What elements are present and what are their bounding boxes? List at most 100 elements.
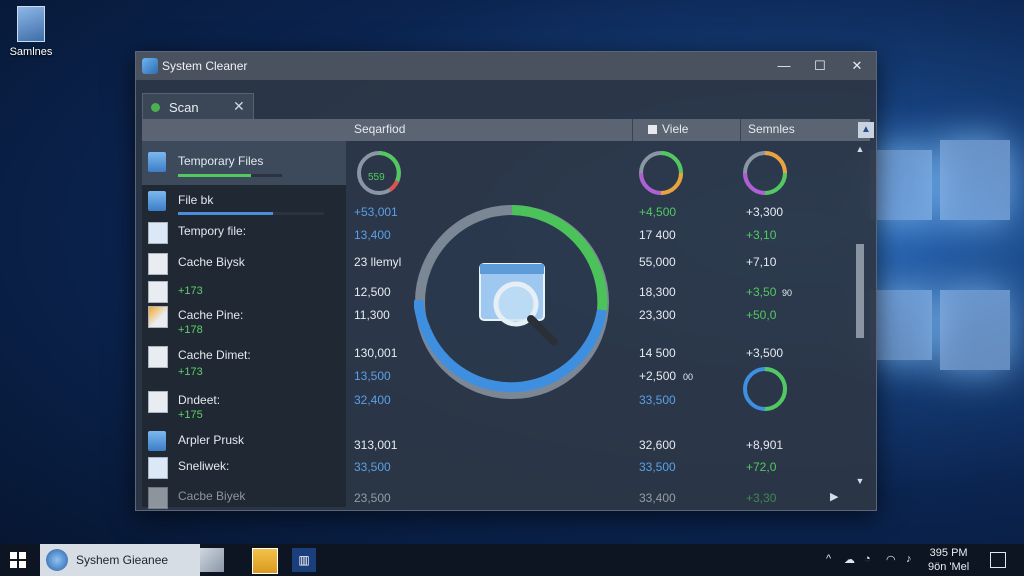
pinned-app-icon[interactable] (200, 548, 224, 572)
wifi-icon[interactable]: ◠ (886, 553, 896, 566)
file-icon (148, 281, 168, 303)
list-item-label: Cache Dimet: (178, 348, 251, 362)
value-cell: +8,901 (746, 438, 784, 452)
value-cell: +72,0 (746, 460, 777, 474)
close-button[interactable]: ✕ (845, 55, 869, 77)
list-item-count: +173 (178, 285, 203, 297)
value-cell: +3,30 (746, 491, 777, 505)
scroll-up-icon[interactable]: ▲ (853, 144, 867, 158)
column-divider[interactable] (632, 119, 633, 141)
chevron-up-icon[interactable]: ^ (826, 553, 831, 565)
file-icon (148, 222, 168, 244)
value-cell: 313,001 (354, 438, 398, 452)
list-item-label: Temporary Files (178, 154, 264, 168)
folder-icon (148, 152, 166, 172)
file-icon (148, 457, 168, 479)
value-cell: 17 400 (639, 228, 676, 242)
folder-icon (148, 431, 166, 451)
file-icon (148, 306, 168, 328)
taskbar-app-label: Syshem Gieanee (76, 553, 169, 567)
desktop-icon-label: Samlnes (9, 46, 53, 58)
value-cell: +3,500 (746, 346, 784, 360)
value-cell: +3,10 (746, 228, 777, 242)
scroll-down-icon[interactable]: ▼ (853, 476, 867, 490)
app-icon (142, 58, 158, 74)
list-item-count: +175 (178, 409, 203, 421)
column-checkbox[interactable] (648, 125, 657, 134)
file-icon (148, 487, 168, 509)
sort-button[interactable]: ▲ (858, 122, 874, 138)
clock-date: 9ön 'Mel (928, 561, 970, 573)
value-cell: +50,0 (746, 308, 777, 322)
scrollbar-thumb[interactable] (856, 244, 864, 338)
cloud-icon[interactable]: ☁ (844, 553, 855, 566)
network-icon[interactable]: ◔ (864, 553, 871, 565)
column-header-2[interactable]: Viele (662, 122, 688, 136)
value-cell: 130,001 (354, 346, 398, 360)
value-cell: 32,400 (354, 393, 391, 407)
value-cell: +3,50 (746, 285, 777, 299)
value-cell: 13,500 (354, 369, 391, 383)
value-cell: 13,400 (354, 228, 391, 242)
document-icon (17, 6, 45, 42)
progress-fill (178, 174, 251, 177)
value-cell: +53,001 (354, 205, 398, 219)
list-item-label: Cache Biysk (178, 255, 245, 269)
value-cell: 11,300 (354, 308, 390, 322)
value-suffix: 00 (683, 372, 694, 382)
value-cell: 18,300 (639, 285, 676, 299)
tab-scan[interactable]: Scan ✕ (142, 93, 254, 120)
windows-logo-wallpaper (860, 140, 1020, 410)
vertical-scrollbar[interactable]: ▲ ▼ (853, 144, 867, 492)
desktop-icon[interactable]: Samlnes (6, 6, 56, 58)
value-cell: 23 llemyl (354, 255, 402, 269)
file-icon (148, 346, 168, 368)
app-icon (46, 549, 68, 571)
title-bar[interactable]: System Cleaner — ☐ ✕ (136, 52, 876, 80)
value-cell: +4,500 (639, 205, 677, 219)
value-cell: 55,000 (639, 255, 676, 269)
taskbar-app-system-cleaner[interactable]: Syshem Gieanee (40, 544, 200, 576)
tab-close-icon[interactable]: ✕ (233, 98, 245, 115)
clock-time: 395 PM (929, 547, 968, 559)
folder-icon (148, 191, 166, 211)
magnifier-icon (479, 263, 558, 346)
value-cell: 23,300 (639, 308, 676, 322)
start-button[interactable] (10, 552, 26, 568)
window-title: System Cleaner (162, 59, 248, 73)
progress-fill (178, 212, 273, 215)
progress-bar (178, 174, 282, 177)
list-item-label: Arpler Prusk (178, 433, 245, 447)
value-cell: 14 500 (639, 346, 676, 360)
list-item-label: File bk (178, 193, 214, 207)
list-item-label: Tempory file: (178, 224, 247, 238)
value-cell: 33,500 (354, 460, 391, 474)
value-cell: +7,10 (746, 255, 777, 269)
system-clock[interactable]: 395 PM 9ön 'Mel (928, 546, 969, 574)
minimize-button[interactable]: — (772, 55, 796, 77)
maximize-button[interactable]: ☐ (808, 55, 832, 77)
column-header-3[interactable]: Semnles (748, 122, 795, 136)
file-explorer-icon[interactable] (252, 548, 278, 574)
scroll-right-icon[interactable]: ▶ (830, 490, 838, 503)
store-icon[interactable]: ▥ (292, 548, 316, 572)
progress-ring (639, 151, 683, 195)
column-header-1[interactable]: Seqarfiod (354, 122, 405, 136)
notification-icon[interactable] (990, 552, 1006, 568)
value-suffix: 90 (782, 288, 793, 298)
list-item-label: Dndeet: (178, 393, 221, 407)
column-divider[interactable] (740, 119, 741, 141)
system-cleaner-window: System Cleaner — ☐ ✕ Scan ✕ Seqarfiod Vi… (135, 51, 877, 511)
value-cell: 33,400 (639, 491, 676, 505)
value-cell: 12,500 (354, 285, 391, 299)
progress-ring (743, 151, 787, 195)
taskbar: Syshem Gieanee ▥ ^ ☁ ◔ ◠ ♪ 395 PM 9ön 'M… (0, 544, 1024, 576)
value-cell: 33,500 (639, 393, 676, 407)
ring-value: 559 (368, 172, 385, 183)
value-cell: 32,600 (639, 438, 676, 452)
list-item-label: Cacbe Biyek (178, 489, 246, 503)
volume-icon[interactable]: ♪ (906, 553, 912, 565)
value-cell: +2,500 (639, 369, 677, 383)
file-icon (148, 391, 168, 413)
value-cell: 23,500 (354, 491, 391, 505)
